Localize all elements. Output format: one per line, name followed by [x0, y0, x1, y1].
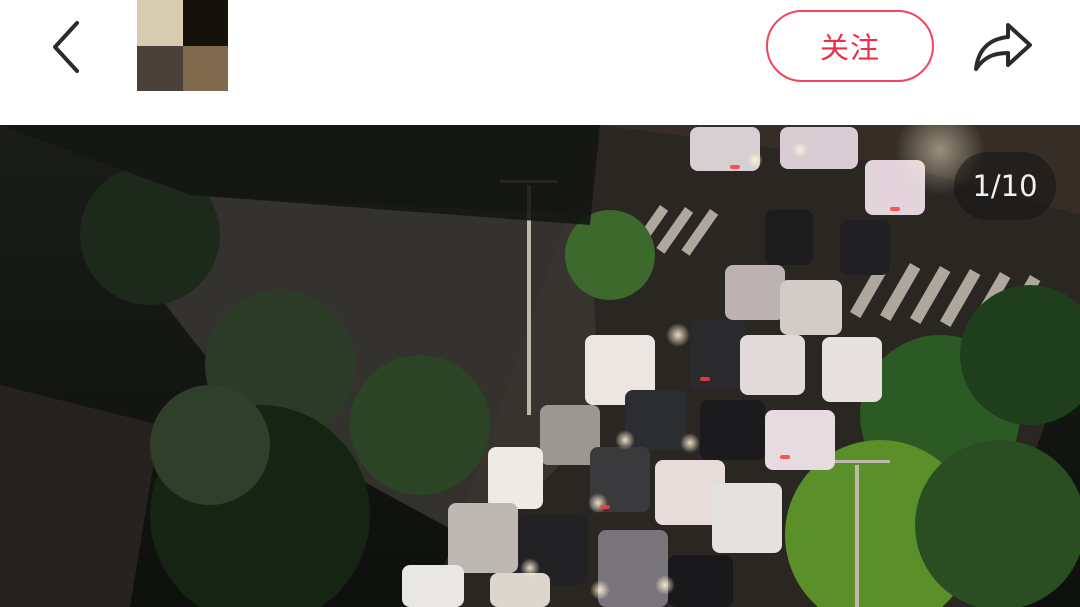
follow-button[interactable]: 关注	[766, 10, 934, 82]
avatar-tile	[182, 45, 228, 91]
share-arrow-icon	[974, 23, 1032, 71]
image-counter: 1/10	[954, 152, 1056, 220]
author-avatar[interactable]	[137, 0, 228, 91]
top-navigation-bar: 关注	[0, 0, 1080, 125]
back-button[interactable]	[40, 18, 92, 76]
avatar-tile	[137, 45, 183, 91]
avatar-tile	[137, 0, 183, 46]
avatar-tile	[182, 0, 228, 46]
share-button[interactable]	[968, 14, 1038, 80]
chevron-left-icon	[53, 21, 79, 73]
post-photo[interactable]	[0, 125, 1080, 607]
night-traffic-scene	[0, 125, 1080, 607]
